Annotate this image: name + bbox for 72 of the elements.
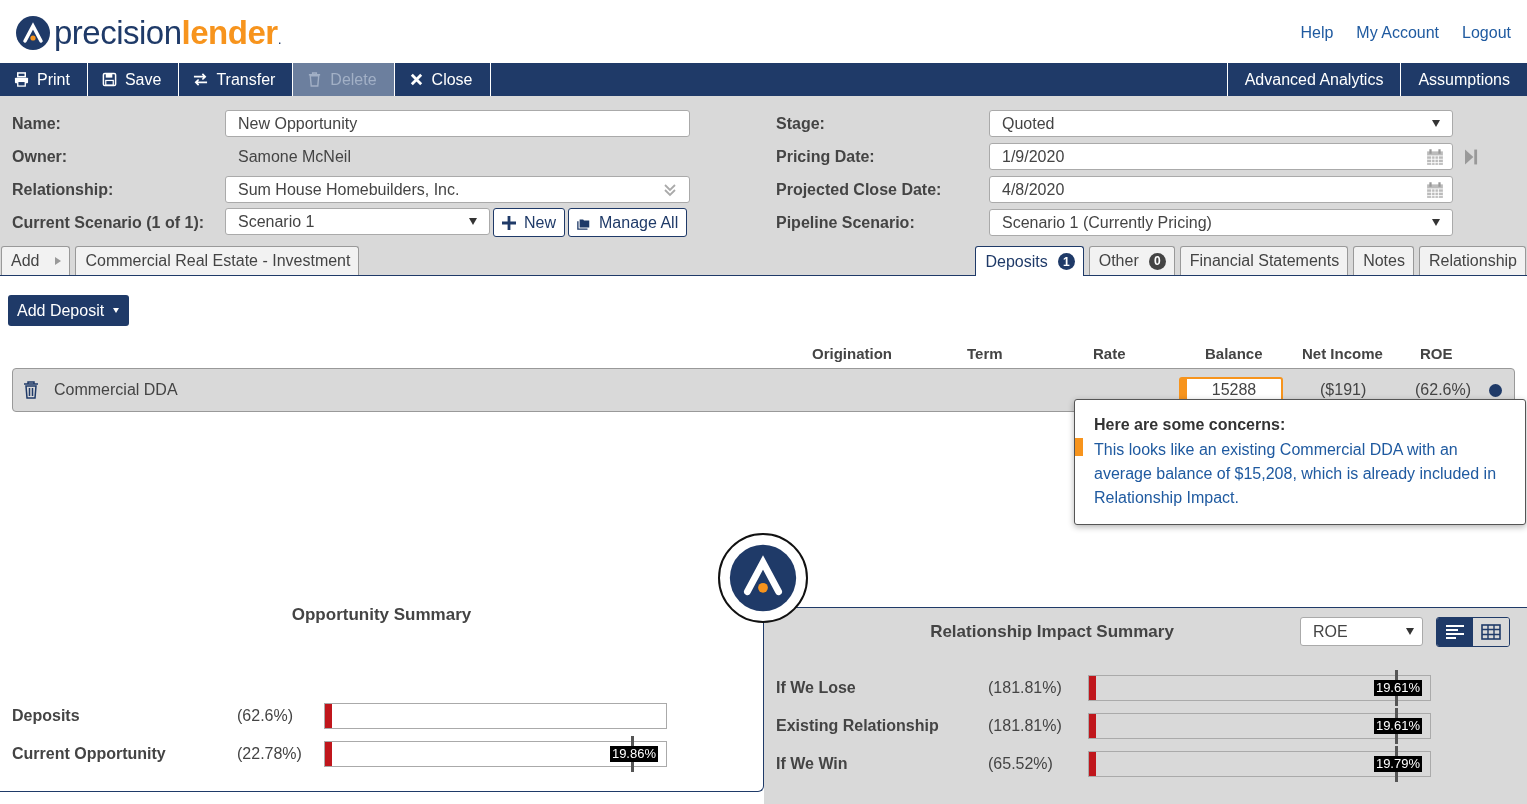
target-label: 19.61% <box>1373 718 1422 734</box>
tab[interactable]: Deposits 1 <box>975 246 1084 276</box>
tab[interactable]: Add <box>1 246 71 275</box>
bar-label: If We Lose <box>776 679 857 697</box>
select-field[interactable]: Scenario 1 (Currently Pricing) <box>989 209 1453 236</box>
logo-icon <box>16 15 50 50</box>
list-view-button[interactable] <box>1437 617 1473 646</box>
panel-title: Opportunity Summary <box>290 605 473 625</box>
swap-arrows-icon <box>193 72 209 87</box>
field-label: Owner: <box>12 147 69 166</box>
tab[interactable]: Financial Statements <box>1179 246 1349 275</box>
field-label: Pipeline Scenario: <box>776 213 916 232</box>
brand-name: precisionlender. <box>54 13 281 52</box>
field-label: Pricing Date: <box>776 147 876 166</box>
add-deposit-button[interactable]: Add Deposit <box>8 295 130 326</box>
bar-value: (62.6%) <box>237 707 295 725</box>
select-field[interactable]: Quoted <box>989 110 1453 137</box>
field-label: Stage: <box>776 114 826 133</box>
tab[interactable]: Notes <box>1353 246 1414 275</box>
lines-icon <box>1445 623 1465 640</box>
bar-value: (22.78%) <box>237 745 303 763</box>
name-field[interactable]: New Opportunity <box>225 110 690 137</box>
header-link[interactable]: Logout <box>1462 23 1511 42</box>
column-header: Origination <box>812 345 892 362</box>
bar-label: Existing Relationship <box>776 717 940 735</box>
field-label: Relationship: <box>12 180 115 199</box>
double-chevron-icon <box>663 182 677 197</box>
date-field[interactable]: 1/9/2020 <box>989 143 1453 170</box>
field-label: Current Scenario (1 of 1): <box>12 213 206 232</box>
target-label: 19.61% <box>1373 680 1422 696</box>
field-label: Projected Close Date: <box>776 180 943 199</box>
new-button[interactable]: New <box>493 208 565 237</box>
metric-dropdown[interactable]: ROE <box>1300 617 1423 646</box>
column-header: Term <box>967 345 1003 362</box>
column-header: Rate <box>1093 345 1126 362</box>
deposit-row[interactable]: Commercial DDA 15288 ($191) (62.6%) <box>12 368 1515 412</box>
printer-icon <box>14 72 29 87</box>
column-header: ROE <box>1420 345 1453 362</box>
tooltip-title: Here are some concerns: <box>1094 416 1287 434</box>
calendar-icon[interactable] <box>1426 147 1444 166</box>
trash-icon <box>307 72 323 87</box>
scenario-dropdown[interactable]: Scenario 1 <box>225 208 490 235</box>
grid-icon <box>1481 623 1501 640</box>
tab[interactable]: Commercial Real Estate - Investment <box>75 246 360 275</box>
manage-all-button[interactable]: Manage All <box>568 208 688 237</box>
close-icon <box>408 72 424 87</box>
calendar-icon[interactable] <box>1426 180 1444 199</box>
header-link[interactable]: Help <box>1300 23 1334 42</box>
header-link[interactable]: My Account <box>1356 23 1440 42</box>
bar-label: Deposits <box>12 707 81 725</box>
bar-value: (181.81%) <box>988 679 1063 697</box>
column-header: Balance <box>1205 345 1263 362</box>
field-label: Name: <box>12 114 62 133</box>
net-income-value: ($191) <box>1320 381 1367 399</box>
target-label: 19.79% <box>1373 756 1422 772</box>
roe-value: (62.6%) <box>1415 381 1472 399</box>
date-field[interactable]: 4/8/2020 <box>989 176 1453 203</box>
plus-icon <box>502 215 516 230</box>
tooltip-message: This looks like an existing Commercial DDA with an average balance of $15,208, which is already included in Relationship Impact. <box>1075 438 1507 510</box>
panel-title: Relationship Impact Summary <box>929 621 1175 642</box>
target-label: 19.86% <box>609 746 658 762</box>
owner-text: Samone McNeil <box>237 147 351 166</box>
bar-value: (181.81%) <box>988 717 1063 735</box>
tab[interactable]: Other 0 <box>1088 246 1175 275</box>
bar-value: (65.52%) <box>988 755 1054 773</box>
bar-label: If We Win <box>776 755 849 773</box>
bar-label: Current Opportunity <box>12 745 167 763</box>
trash-icon[interactable] <box>23 381 39 399</box>
deposit-name: Commercial DDA <box>54 381 178 399</box>
relationship-field[interactable]: Sum House Homebuilders, Inc. <box>225 176 690 203</box>
tab[interactable]: Relationship <box>1418 246 1526 275</box>
column-header: Net Income <box>1302 345 1383 362</box>
